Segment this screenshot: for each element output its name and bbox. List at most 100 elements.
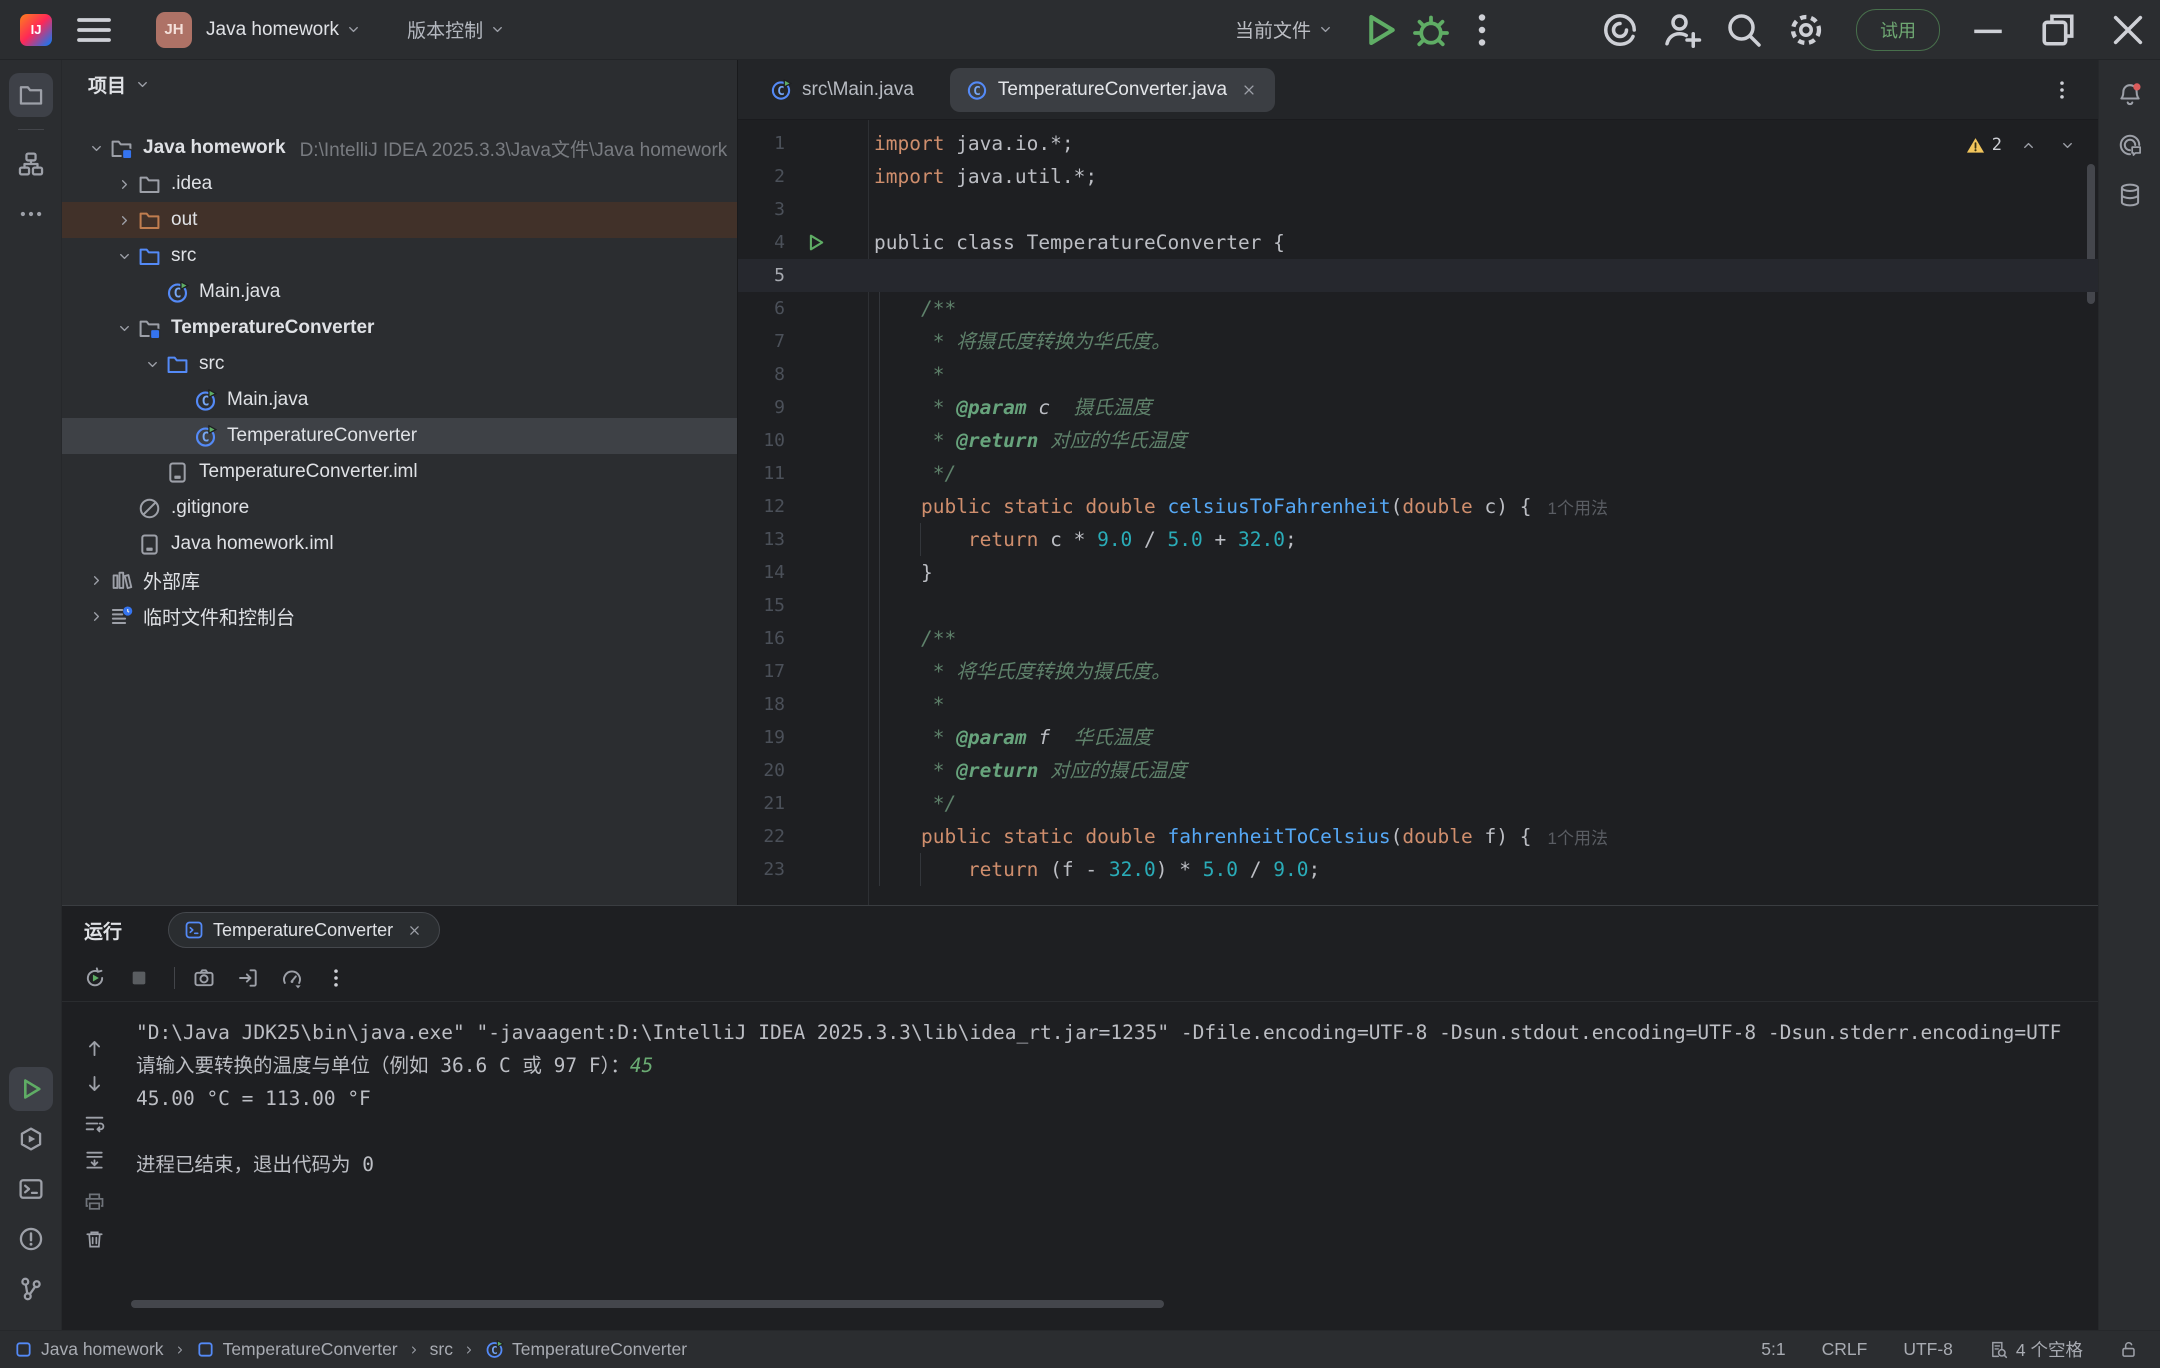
code-line-1[interactable]: 1import java.io.*; — [738, 127, 2098, 160]
code-line-18[interactable]: 18 * — [738, 688, 2098, 721]
project-avatar[interactable]: JH — [156, 12, 192, 48]
tool-window-button-structure[interactable] — [9, 142, 53, 186]
code-line-2[interactable]: 2import java.util.*; — [738, 160, 2098, 193]
chevron-down-icon[interactable] — [82, 134, 110, 162]
tool-window-button-version-control[interactable] — [9, 1267, 53, 1311]
line-gutter[interactable] — [785, 193, 874, 226]
code-line-20[interactable]: 20 * @return 对应的摄氏温度 — [738, 754, 2098, 787]
line-number[interactable]: 21 — [738, 787, 785, 820]
tool-window-button-database[interactable] — [2108, 173, 2152, 217]
code-line-16[interactable]: 16 /** — [738, 622, 2098, 655]
usages-inlay-hint[interactable]: 1个用法 — [1547, 824, 1607, 849]
close-button[interactable] — [2106, 8, 2150, 52]
line-gutter[interactable] — [785, 853, 874, 886]
tool-window-button-project[interactable] — [9, 73, 53, 117]
line-gutter[interactable] — [785, 754, 874, 787]
line-gutter[interactable] — [785, 688, 874, 721]
line-separator-widget[interactable]: CRLF — [1822, 1339, 1868, 1360]
tree-item-java-homework[interactable]: Java homeworkD:\IntelliJ IDEA 2025.3.3\J… — [62, 130, 737, 166]
tool-window-button-more-tool-windows[interactable] — [9, 192, 53, 236]
clear-all-button[interactable] — [77, 1222, 111, 1256]
close-tab-button[interactable] — [1239, 80, 1259, 100]
line-number[interactable]: 18 — [738, 688, 785, 721]
caret-position-widget[interactable]: 5:1 — [1761, 1339, 1785, 1360]
tree-item-temperatureconverter-iml[interactable]: TemperatureConverter.iml — [62, 454, 737, 490]
tool-window-button-terminal[interactable] — [9, 1167, 53, 1211]
chevron-down-icon[interactable] — [138, 350, 166, 378]
line-gutter[interactable] — [785, 622, 874, 655]
profiler-button[interactable] — [273, 959, 311, 997]
editor-tab-src-main-java[interactable]: Csrc\Main.java — [754, 68, 930, 112]
code-line-11[interactable]: 11 */ — [738, 457, 2098, 490]
tree-item-临时文件和控制台[interactable]: 临时文件和控制台 — [62, 598, 737, 634]
tool-window-button-problems[interactable] — [9, 1217, 53, 1261]
encoding-widget[interactable]: UTF-8 — [1903, 1339, 1953, 1360]
debug-button[interactable] — [1411, 10, 1451, 50]
tree-item-temperatureconverter[interactable]: CTemperatureConverter — [62, 418, 737, 454]
line-number[interactable]: 8 — [738, 358, 785, 391]
code-line-13[interactable]: 13 return c * 9.0 / 5.0 + 32.0; — [738, 523, 2098, 556]
tool-window-button-notifications[interactable] — [2108, 73, 2152, 117]
code-line-22[interactable]: 22 public static double fahrenheitToCels… — [738, 820, 2098, 853]
close-run-tab-button[interactable] — [404, 920, 424, 940]
code-line-4[interactable]: 4public class TemperatureConverter { — [738, 226, 2098, 259]
line-number[interactable]: 22 — [738, 820, 785, 853]
line-gutter[interactable] — [785, 490, 874, 523]
code-line-5[interactable]: 5 — [738, 259, 2098, 292]
console-output[interactable]: "D:\Java JDK25\bin\java.exe" "-javaagent… — [136, 1016, 2098, 1300]
line-number[interactable]: 11 — [738, 457, 785, 490]
line-gutter[interactable] — [785, 391, 874, 424]
line-gutter[interactable] — [785, 160, 874, 193]
code-line-23[interactable]: 23 return (f - 32.0) * 5.0 / 9.0; — [738, 853, 2098, 886]
search-everywhere-icon[interactable] — [1724, 10, 1764, 50]
line-number[interactable]: 15 — [738, 589, 785, 622]
restore-button[interactable] — [2036, 8, 2080, 52]
line-number[interactable]: 3 — [738, 193, 785, 226]
line-gutter[interactable] — [785, 589, 874, 622]
line-gutter[interactable] — [785, 358, 874, 391]
line-number[interactable]: 17 — [738, 655, 785, 688]
code-line-14[interactable]: 14 } — [738, 556, 2098, 589]
breadcrumb-item-temperatureconverter[interactable]: CTemperatureConverter — [485, 1339, 687, 1360]
file-lock-widget[interactable] — [2119, 1340, 2138, 1359]
code-line-8[interactable]: 8 * — [738, 358, 2098, 391]
code-line-12[interactable]: 12 public static double celsiusToFahrenh… — [738, 490, 2098, 523]
screenshot-button[interactable] — [185, 959, 223, 997]
vcs-selector[interactable]: 版本控制 — [407, 16, 505, 43]
more-run-actions-icon[interactable] — [1462, 10, 1502, 50]
tool-window-button-run[interactable] — [9, 1067, 53, 1111]
code-with-me-icon[interactable] — [1662, 10, 1702, 50]
line-gutter[interactable] — [785, 787, 874, 820]
app-logo-icon[interactable]: IJ — [20, 14, 52, 46]
code-line-6[interactable]: 6 /** — [738, 292, 2098, 325]
chevron-down-icon[interactable] — [110, 242, 138, 270]
code-area[interactable]: 2 1import java.io.*;2import java.util.*;… — [738, 120, 2098, 905]
line-number[interactable]: 14 — [738, 556, 785, 589]
line-gutter[interactable] — [785, 424, 874, 457]
line-number[interactable]: 20 — [738, 754, 785, 787]
line-number[interactable]: 6 — [738, 292, 785, 325]
line-number[interactable]: 16 — [738, 622, 785, 655]
chevron-right-icon[interactable] — [82, 566, 110, 594]
tree-item-temperatureconverter[interactable]: TemperatureConverter — [62, 310, 737, 346]
console-hscrollbar[interactable] — [131, 1300, 1164, 1308]
line-number[interactable]: 23 — [738, 853, 785, 886]
line-gutter[interactable] — [785, 655, 874, 688]
line-number[interactable]: 2 — [738, 160, 785, 193]
line-gutter[interactable] — [785, 523, 874, 556]
line-gutter[interactable] — [785, 292, 874, 325]
soft-wrap-button[interactable] — [77, 1106, 111, 1140]
print-button[interactable] — [77, 1184, 111, 1218]
breadcrumb-item-temperatureconverter[interactable]: TemperatureConverter — [196, 1339, 398, 1360]
prev-occurrence-button[interactable] — [77, 1031, 111, 1065]
line-number[interactable]: 4 — [738, 226, 785, 259]
line-number[interactable]: 12 — [738, 490, 785, 523]
code-line-17[interactable]: 17 * 将华氏度转换为摄氏度。 — [738, 655, 2098, 688]
line-number[interactable]: 9 — [738, 391, 785, 424]
tree-item-src[interactable]: src — [62, 238, 737, 274]
line-gutter[interactable] — [785, 457, 874, 490]
next-occurrence-button[interactable] — [77, 1066, 111, 1100]
tree-item-java-homework-iml[interactable]: Java homework.iml — [62, 526, 737, 562]
line-number[interactable]: 19 — [738, 721, 785, 754]
tree-item-idea[interactable]: .idea — [62, 166, 737, 202]
